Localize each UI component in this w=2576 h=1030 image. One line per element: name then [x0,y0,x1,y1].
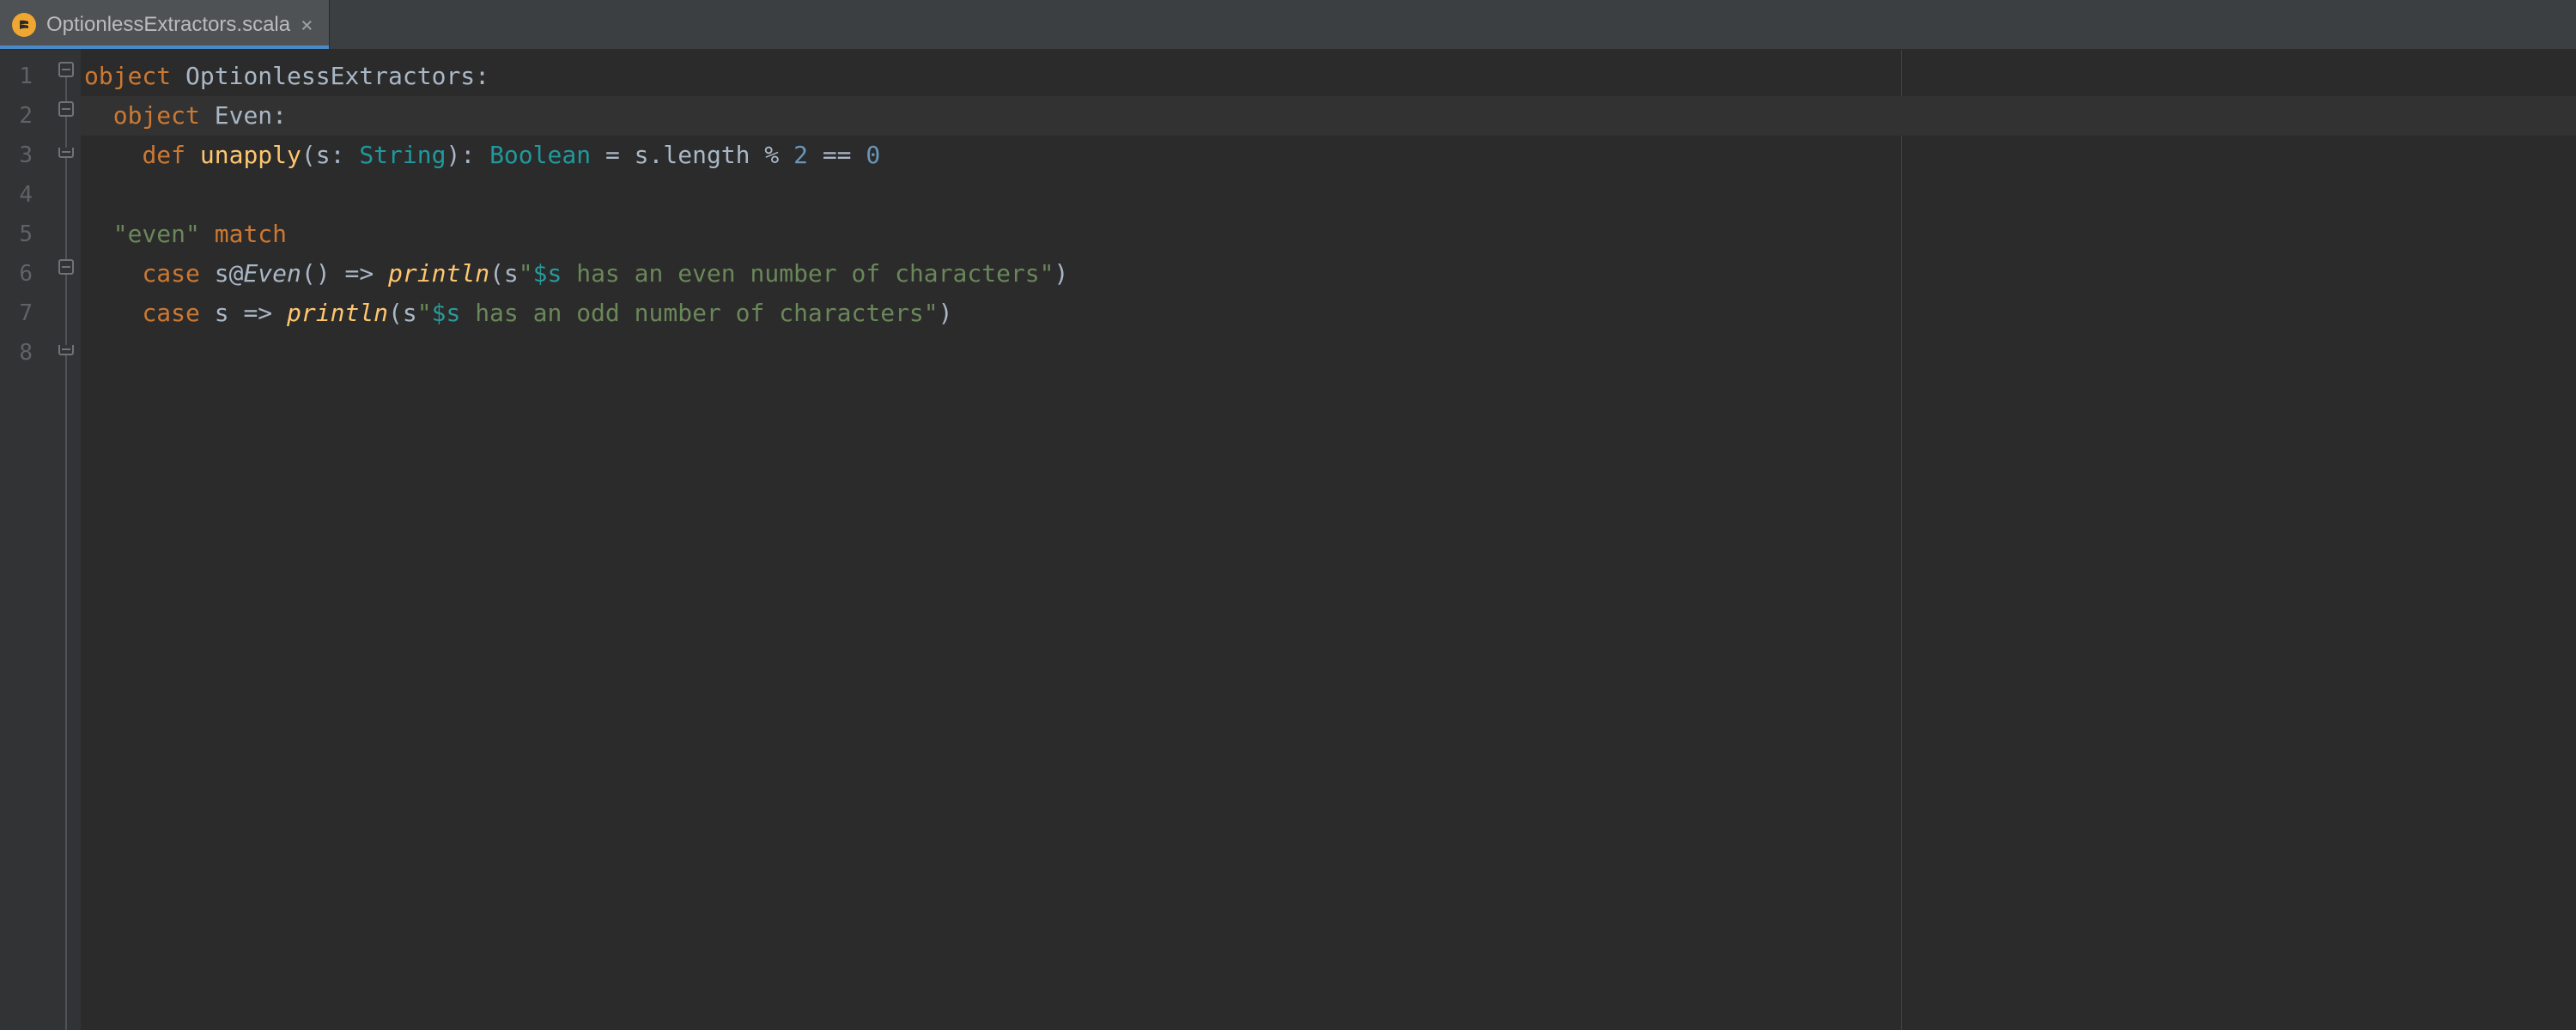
line-number: 3 [0,136,52,175]
tab-bar: OptionlessExtractors.scala × [0,0,2576,50]
fold-guide-line [65,69,67,1030]
keyword-match: match [215,220,287,248]
fold-end-icon [58,345,74,355]
code-line[interactable]: case s@Even() => println(s"$s has an eve… [81,254,2576,294]
tab-filename: OptionlessExtractors.scala [46,13,290,37]
code-line[interactable]: def unapply(s: String): Boolean = s.leng… [81,136,2576,175]
keyword-object: object [84,62,171,90]
line-number: 5 [0,215,52,254]
fold-gutter [52,50,81,1030]
colon: : [272,101,287,130]
line-number: 7 [0,294,52,333]
identifier: OptionlessExtractors [185,62,475,90]
code-line-current[interactable]: object Even: [81,96,2576,136]
string-literal: "even" [113,220,200,248]
keyword-object: object [113,101,200,130]
line-number: 8 [0,333,52,373]
identifier: Even [215,101,272,130]
code-line[interactable] [81,333,2576,373]
extractor-even: Even [243,259,301,288]
string-interpolation: $s [533,259,562,288]
line-number: 2 [0,96,52,136]
code-line[interactable]: "even" match [81,215,2576,254]
keyword-case: case [142,299,199,327]
fold-end-icon [58,148,74,158]
line-number: 6 [0,254,52,294]
call-println: println [388,259,489,288]
colon: : [475,62,489,90]
line-number: 4 [0,175,52,215]
method-name: unapply [200,141,301,169]
keyword-def: def [142,141,185,169]
number-literal: 0 [866,141,880,169]
code-line[interactable]: object OptionlessExtractors: [81,57,2576,96]
string-interpolation: $s [432,299,461,327]
editor[interactable]: 1 2 3 4 5 6 7 8 object OptionlessExtract… [0,50,2576,1030]
close-icon[interactable]: × [301,15,313,35]
file-tab[interactable]: OptionlessExtractors.scala × [0,0,330,49]
code-line[interactable] [81,175,2576,215]
code-line[interactable]: case s => println(s"$s has an odd number… [81,294,2576,333]
call-println: println [287,299,388,327]
type-string: String [359,141,446,169]
keyword-case: case [142,259,199,288]
line-number-gutter: 1 2 3 4 5 6 7 8 [0,50,52,1030]
scala-file-icon [12,13,36,37]
type-boolean: Boolean [489,141,591,169]
line-number: 1 [0,57,52,96]
fold-toggle-icon[interactable] [58,62,74,77]
fold-toggle-icon[interactable] [58,259,74,275]
fold-toggle-icon[interactable] [58,101,74,117]
code-area[interactable]: object OptionlessExtractors: object Even… [81,50,2576,1030]
number-literal: 2 [793,141,808,169]
